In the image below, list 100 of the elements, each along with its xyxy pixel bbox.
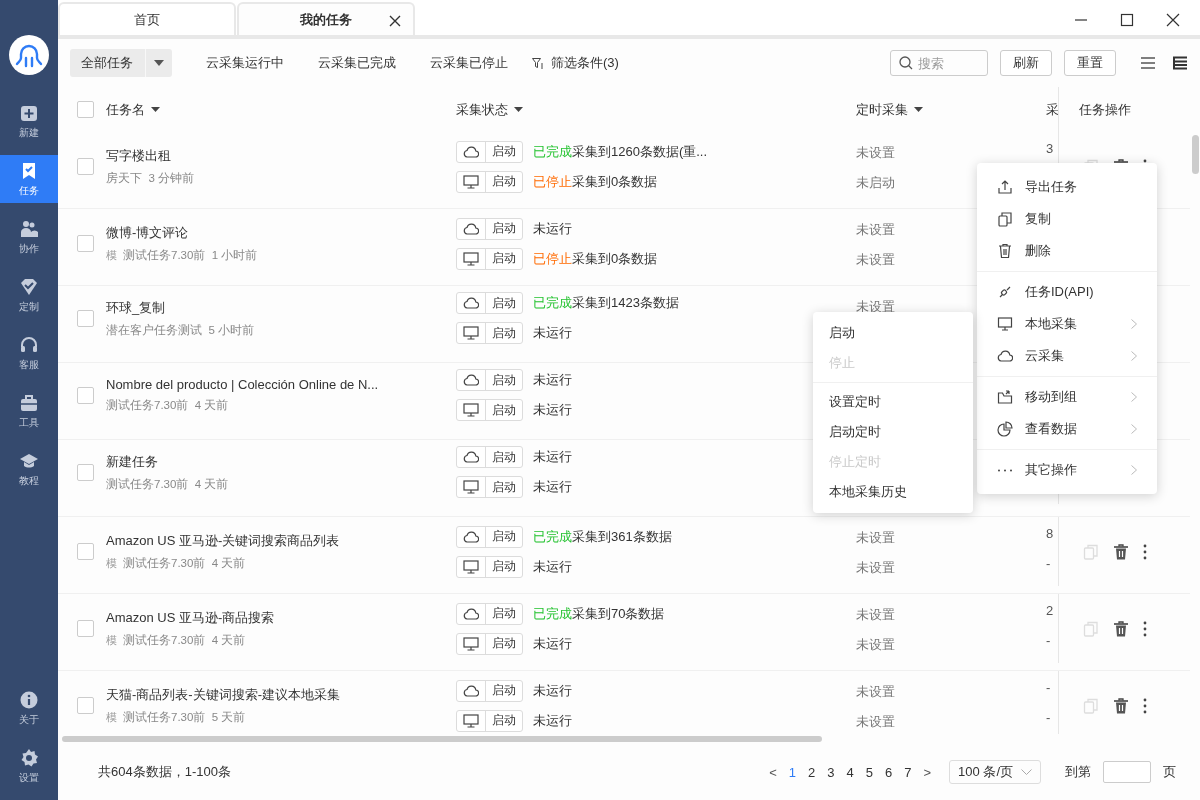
run-status: 已停止采集到0条数据 [533, 172, 658, 191]
filter-link[interactable]: 云采集已停止 [430, 54, 508, 72]
record-summary: 共604条数据，1-100条 [98, 763, 231, 781]
run-status: 已完成采集到361条数据 [533, 527, 672, 546]
schedule-status: 未设置 [856, 251, 895, 269]
task-filter-dropdown[interactable]: 全部任务 [70, 49, 172, 77]
run-status: 未运行 [533, 371, 572, 389]
local-start-button[interactable]: 启动 [456, 709, 523, 732]
template-tag: 模 [106, 710, 117, 725]
menu-item[interactable]: 复制 [977, 203, 1157, 235]
cloud-start-button[interactable]: 启动 [456, 446, 523, 468]
menu-item[interactable]: 启动 [813, 318, 973, 348]
menu-item[interactable]: 云采集 [977, 340, 1157, 372]
page-link[interactable]: 7 [904, 764, 912, 780]
sidebar-item[interactable]: 任务 [0, 155, 58, 203]
task-name[interactable]: Amazon US 亚马逊-商品搜索 [106, 609, 275, 627]
run-status: 未运行 [533, 401, 572, 419]
sidebar-item[interactable]: 协作 [0, 213, 58, 261]
menu-item[interactable]: 其它操作 [977, 454, 1157, 486]
page-size-select[interactable]: 100 条/页 [949, 760, 1041, 784]
task-name[interactable]: 新建任务 [106, 452, 158, 471]
menu-item[interactable]: 设置定时 [813, 387, 973, 417]
filter-conditions-link[interactable]: 筛选条件(3) [532, 54, 619, 72]
tab[interactable]: 首页 [58, 2, 236, 35]
menu-item[interactable]: 查看数据 [977, 413, 1157, 445]
sidebar-item[interactable]: 教程 [0, 445, 58, 493]
sidebar-item[interactable]: 工具 [0, 387, 58, 435]
goto-label: 到第 [1065, 763, 1091, 781]
task-meta: 测试任务7.30前 4 天前 [106, 398, 229, 413]
local-start-button[interactable]: 启动 [456, 322, 523, 344]
toolbar-button[interactable]: 刷新 [1000, 50, 1052, 76]
local-start-button[interactable]: 启动 [456, 170, 523, 193]
schedule-status: 未设置 [856, 713, 895, 731]
column-header[interactable]: 采集状态 [456, 100, 523, 119]
task-meta: 测试任务7.30前 4 天前 [106, 476, 229, 492]
column-header: 任务操作 [1079, 100, 1131, 119]
previous-page-link[interactable]: < [769, 764, 777, 780]
next-page-link[interactable]: > [923, 764, 932, 780]
schedule-status: 未设置 [856, 683, 895, 701]
local-start-button[interactable]: 启动 [456, 632, 523, 655]
cloud-start-button[interactable]: 启动 [456, 217, 523, 240]
filter-link[interactable]: 云采集运行中 [206, 54, 284, 72]
run-status: 未运行 [533, 681, 572, 700]
search-box[interactable]: 搜索 [890, 50, 988, 76]
cloud-start-button[interactable]: 启动 [456, 140, 523, 163]
task-name[interactable]: 写字楼出租 [106, 147, 171, 165]
local-start-button[interactable]: 启动 [456, 247, 523, 270]
search-field[interactable]: 搜索 [918, 55, 978, 71]
table-cell-text: 3 [1046, 140, 1054, 158]
schedule-status: 未启动 [856, 174, 895, 192]
sidebar-item[interactable]: 关于 [0, 684, 58, 732]
menu-item[interactable]: 启动定时 [813, 417, 973, 447]
column-header[interactable]: 定时采集 [856, 100, 923, 119]
tab[interactable]: 我的任务 [237, 2, 415, 35]
table-cell-text: 8 [1046, 525, 1054, 543]
column-header: 采 [1046, 101, 1058, 117]
run-status: 已完成采集到70条数据 [533, 604, 665, 623]
menu-item[interactable]: 删除 [977, 235, 1157, 267]
task-meta: 测试任务7.30前 1 小时前 [123, 248, 258, 263]
filter-link[interactable]: 云采集已完成 [318, 54, 396, 72]
local-start-button[interactable]: 启动 [456, 399, 523, 421]
page-link[interactable]: 4 [846, 764, 854, 780]
cloud-start-button[interactable]: 启动 [456, 679, 523, 702]
local-start-button[interactable]: 启动 [456, 476, 523, 498]
task-name[interactable]: 环球_复制 [106, 298, 166, 317]
page-link[interactable]: 2 [808, 764, 816, 780]
cloud-start-button[interactable]: 启动 [456, 602, 523, 625]
local-start-button[interactable]: 启动 [456, 555, 523, 578]
cloud-start-button[interactable]: 启动 [456, 292, 523, 314]
task-name[interactable]: 微博-博文评论 [106, 224, 189, 242]
page-link[interactable]: 1 [788, 764, 797, 780]
toolbar-button[interactable]: 重置 [1064, 50, 1116, 76]
schedule-status: 未设置 [856, 221, 895, 239]
cloud-start-button[interactable]: 启动 [456, 525, 523, 548]
run-status: 未运行 [533, 634, 572, 653]
run-status: 未运行 [533, 711, 572, 730]
page-link[interactable]: 6 [885, 764, 893, 780]
sidebar-item[interactable]: 客服 [0, 329, 58, 377]
sidebar-item[interactable]: 定制 [0, 271, 58, 319]
sidebar-item[interactable]: 设置 [0, 742, 58, 790]
menu-item[interactable]: 移动到组 [977, 381, 1157, 413]
schedule-status: 未设置 [856, 636, 895, 654]
template-tag: 模 [106, 248, 117, 263]
schedule-status: 未设置 [856, 144, 895, 162]
task-name[interactable]: Amazon US 亚马逊-关键词搜索商品列表 [106, 532, 340, 550]
page-link[interactable]: 3 [827, 764, 835, 780]
page-link[interactable]: 5 [865, 764, 873, 780]
menu-item[interactable]: 导出任务 [977, 171, 1157, 203]
task-name[interactable]: 天猫-商品列表-关键词搜索-建议本地采集 [106, 686, 340, 704]
run-status: 未运行 [533, 448, 572, 466]
menu-item[interactable]: 本地采集 [977, 308, 1157, 340]
run-status: 未运行 [533, 219, 572, 238]
task-meta: 测试任务7.30前 4 天前 [123, 556, 246, 571]
menu-item[interactable]: 本地采集历史 [813, 477, 973, 507]
menu-item[interactable]: 任务ID(API) [977, 276, 1157, 308]
column-header[interactable]: 任务名 [106, 100, 160, 119]
task-name[interactable]: Nombre del producto | Colección Online de N... [106, 377, 379, 392]
sidebar-item[interactable]: 新建 [0, 97, 58, 145]
cloud-start-button[interactable]: 启动 [456, 369, 523, 391]
run-status: 未运行 [533, 478, 572, 496]
